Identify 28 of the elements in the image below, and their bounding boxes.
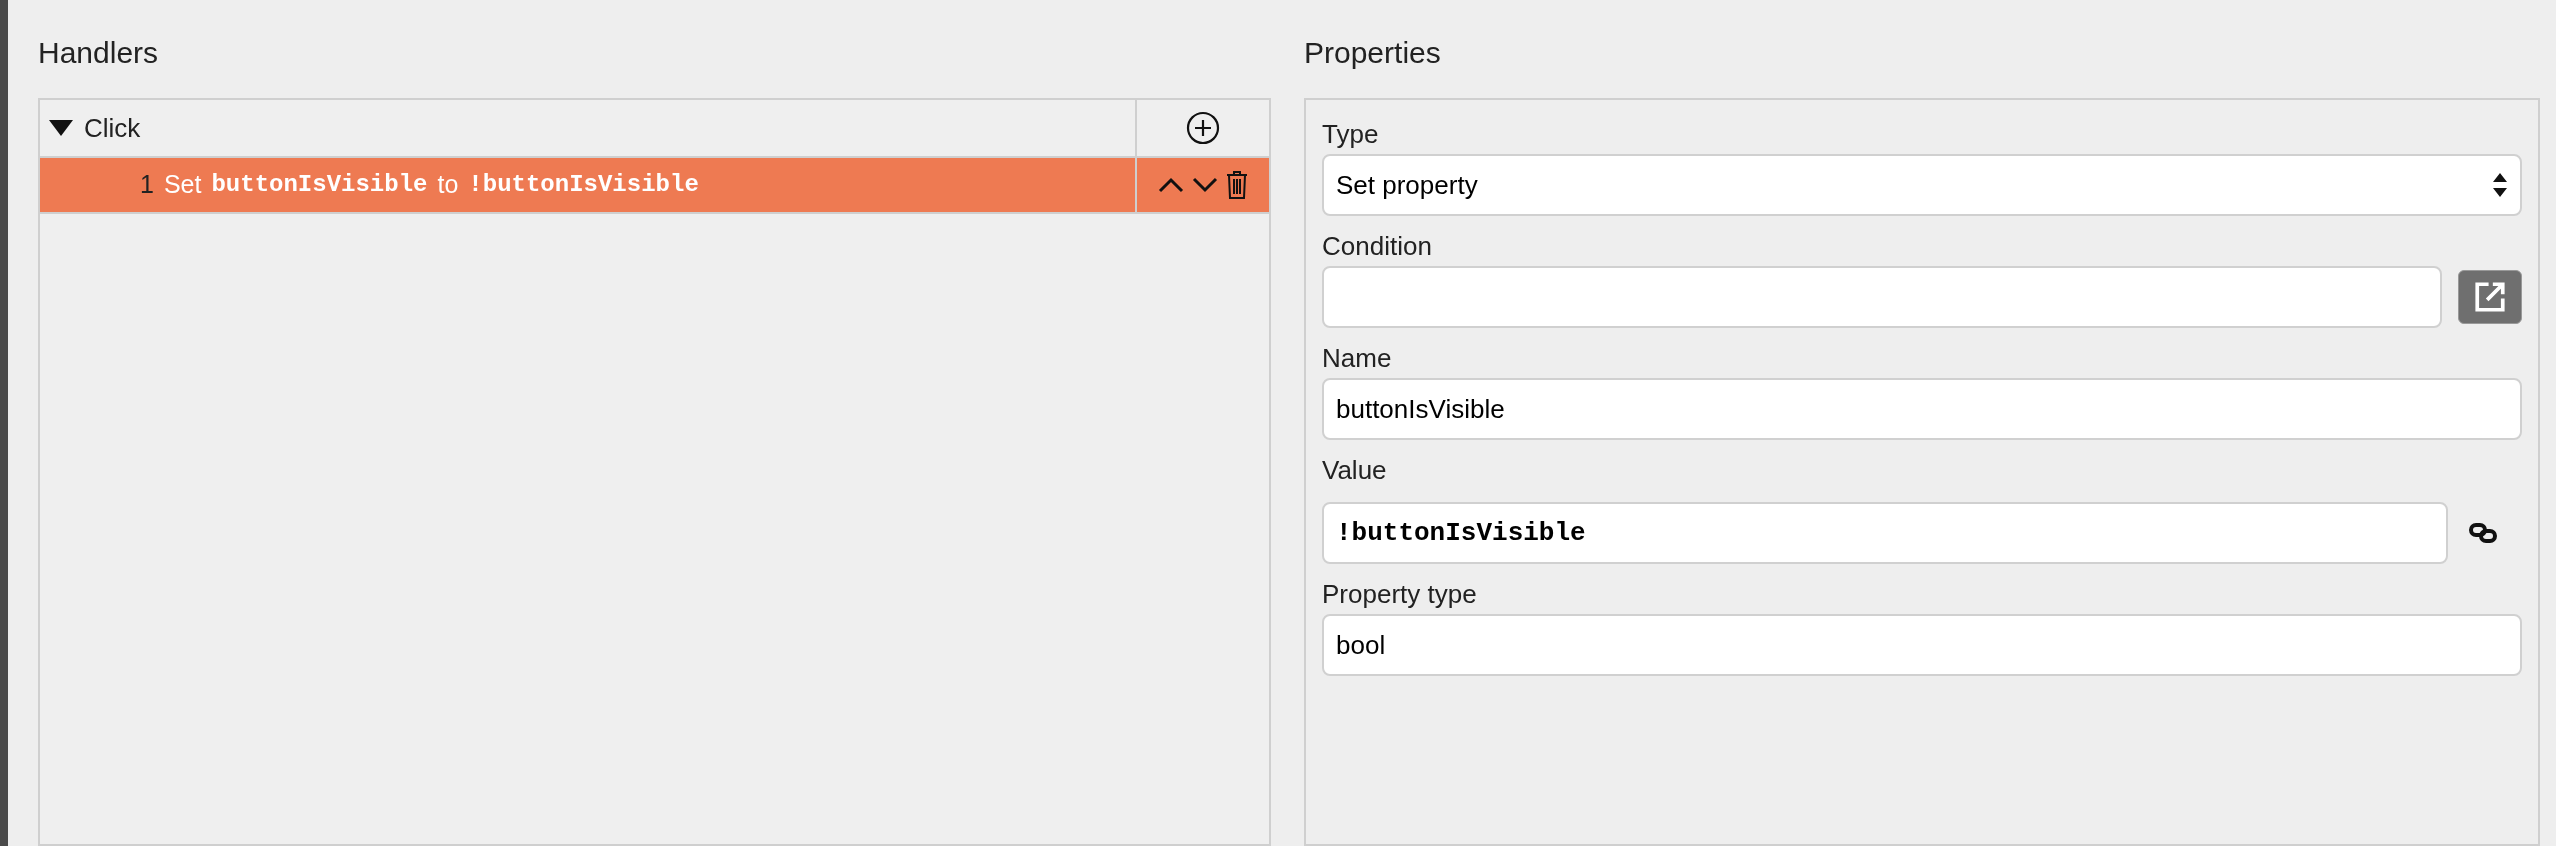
action-text: to [437, 169, 459, 201]
field-label: Condition [1322, 230, 1432, 262]
action-text: Set [163, 169, 202, 201]
field-label: Value [1322, 454, 1387, 486]
field-label: Name [1322, 342, 1392, 374]
disclosure-triangle-icon[interactable] [48, 119, 74, 137]
field-label: Property type [1322, 578, 1477, 610]
external-link-icon [2473, 280, 2507, 314]
action-row[interactable]: 1 Set buttonIsVisible to !buttonIsVisible [40, 158, 1269, 214]
section-title: Properties [1304, 35, 1441, 70]
code-text: buttonIsVisible [211, 170, 428, 200]
open-editor-button[interactable] [2458, 270, 2522, 324]
code-text: !buttonIsVisible [468, 170, 699, 200]
text-field[interactable]: bool [1322, 614, 2522, 676]
add-circle-icon[interactable] [1186, 111, 1220, 145]
section-title: Handlers [38, 35, 159, 70]
text-field[interactable]: buttonIsVisible [1322, 378, 2522, 440]
action-number: 1 [140, 169, 154, 201]
condition-field[interactable] [1322, 266, 2442, 328]
chevron-down-icon[interactable] [1192, 177, 1218, 193]
chevron-up-icon[interactable] [1158, 177, 1184, 193]
value-field[interactable]: !buttonIsVisible [1322, 502, 2448, 564]
field-label: Type [1322, 118, 1379, 150]
link-icon[interactable] [2468, 522, 2498, 544]
event-label: Click [84, 111, 141, 145]
type-select[interactable]: Set property [1322, 154, 2522, 216]
trash-icon[interactable] [1226, 170, 1248, 200]
up-down-arrows-icon [2492, 172, 2508, 198]
